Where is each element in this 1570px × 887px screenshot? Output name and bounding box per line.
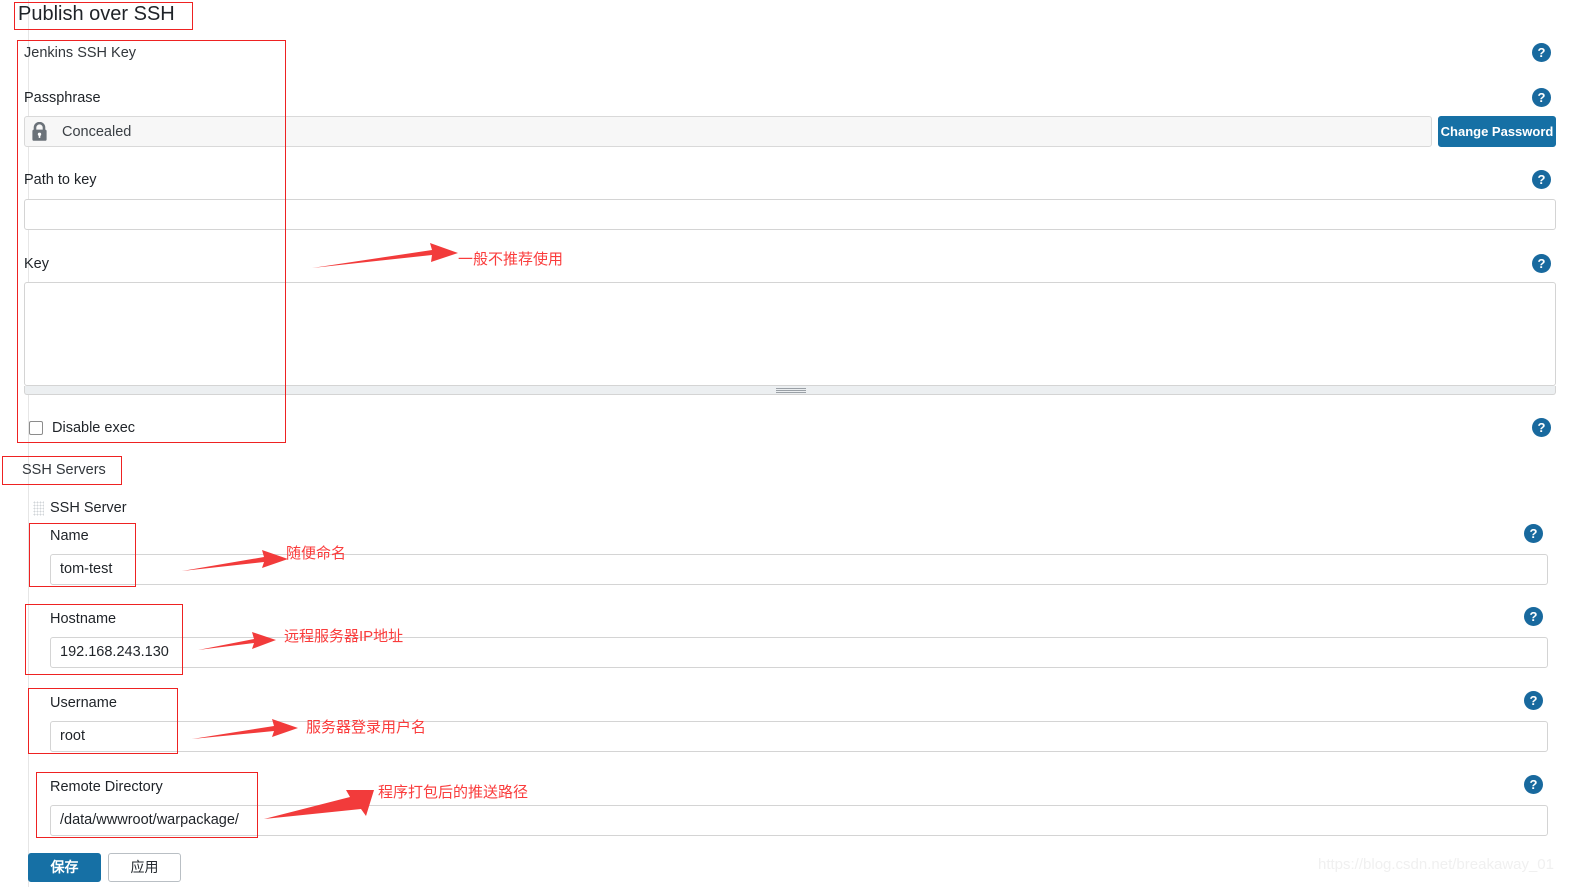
- key-label: Key: [24, 256, 49, 272]
- help-icon-jenkins-ssh-key[interactable]: ?: [1532, 43, 1551, 62]
- annotation-username-note: 服务器登录用户名: [306, 719, 427, 736]
- annotation-name-note: 随便命名: [286, 545, 347, 562]
- remote-directory-label: Remote Directory: [50, 779, 163, 795]
- apply-button[interactable]: 应用: [108, 853, 181, 882]
- save-button[interactable]: 保存: [28, 853, 101, 882]
- help-icon-passphrase[interactable]: ?: [1532, 88, 1551, 107]
- help-icon-path-to-key[interactable]: ?: [1532, 170, 1551, 189]
- username-input[interactable]: root: [50, 721, 1548, 752]
- help-icon-hostname[interactable]: ?: [1524, 607, 1543, 626]
- annotation-remote-dir-note: 程序打包后的推送路径: [378, 784, 529, 801]
- publish-over-ssh-page: Publish over SSH Jenkins SSH Key Passphr…: [0, 0, 1570, 887]
- lock-icon: [31, 121, 48, 142]
- disable-exec-checkbox[interactable]: [29, 421, 43, 435]
- remote-directory-input[interactable]: /data/wwwroot/warpackage/: [50, 805, 1548, 836]
- ssh-servers-heading: SSH Servers: [22, 462, 106, 478]
- help-icon-remote-directory[interactable]: ?: [1524, 775, 1543, 794]
- name-input[interactable]: tom-test: [50, 554, 1548, 585]
- passphrase-value: Concealed: [62, 123, 132, 140]
- resize-grip-icon[interactable]: [776, 388, 806, 393]
- disable-exec-label: Disable exec: [52, 420, 136, 436]
- path-to-key-input[interactable]: [24, 199, 1556, 230]
- key-textarea-resize-bar[interactable]: [24, 386, 1556, 395]
- passphrase-label: Passphrase: [24, 90, 101, 106]
- username-label: Username: [50, 695, 117, 711]
- jenkins-ssh-key-heading: Jenkins SSH Key: [24, 45, 137, 61]
- help-icon-key[interactable]: ?: [1532, 254, 1551, 273]
- watermark: https://blog.csdn.net/breakaway_01: [1318, 856, 1554, 873]
- drag-handle-icon[interactable]: [33, 501, 44, 516]
- annotation-arrow-key: [312, 243, 458, 268]
- annotation-key-note: 一般不推荐使用: [458, 251, 564, 268]
- name-label: Name: [50, 528, 89, 544]
- help-icon-name[interactable]: ?: [1524, 524, 1543, 543]
- page-title: Publish over SSH: [18, 3, 175, 25]
- key-textarea[interactable]: [24, 282, 1556, 386]
- change-password-button[interactable]: Change Password: [1438, 116, 1556, 147]
- ssh-server-entry-label: SSH Server: [50, 500, 127, 516]
- path-to-key-label: Path to key: [24, 172, 97, 188]
- help-icon-disable-exec[interactable]: ?: [1532, 418, 1551, 437]
- help-icon-username[interactable]: ?: [1524, 691, 1543, 710]
- passphrase-field[interactable]: Concealed: [24, 116, 1432, 147]
- hostname-label: Hostname: [50, 611, 117, 627]
- annotation-hostname-note: 远程服务器IP地址: [284, 628, 404, 645]
- hostname-input[interactable]: 192.168.243.130: [50, 637, 1548, 668]
